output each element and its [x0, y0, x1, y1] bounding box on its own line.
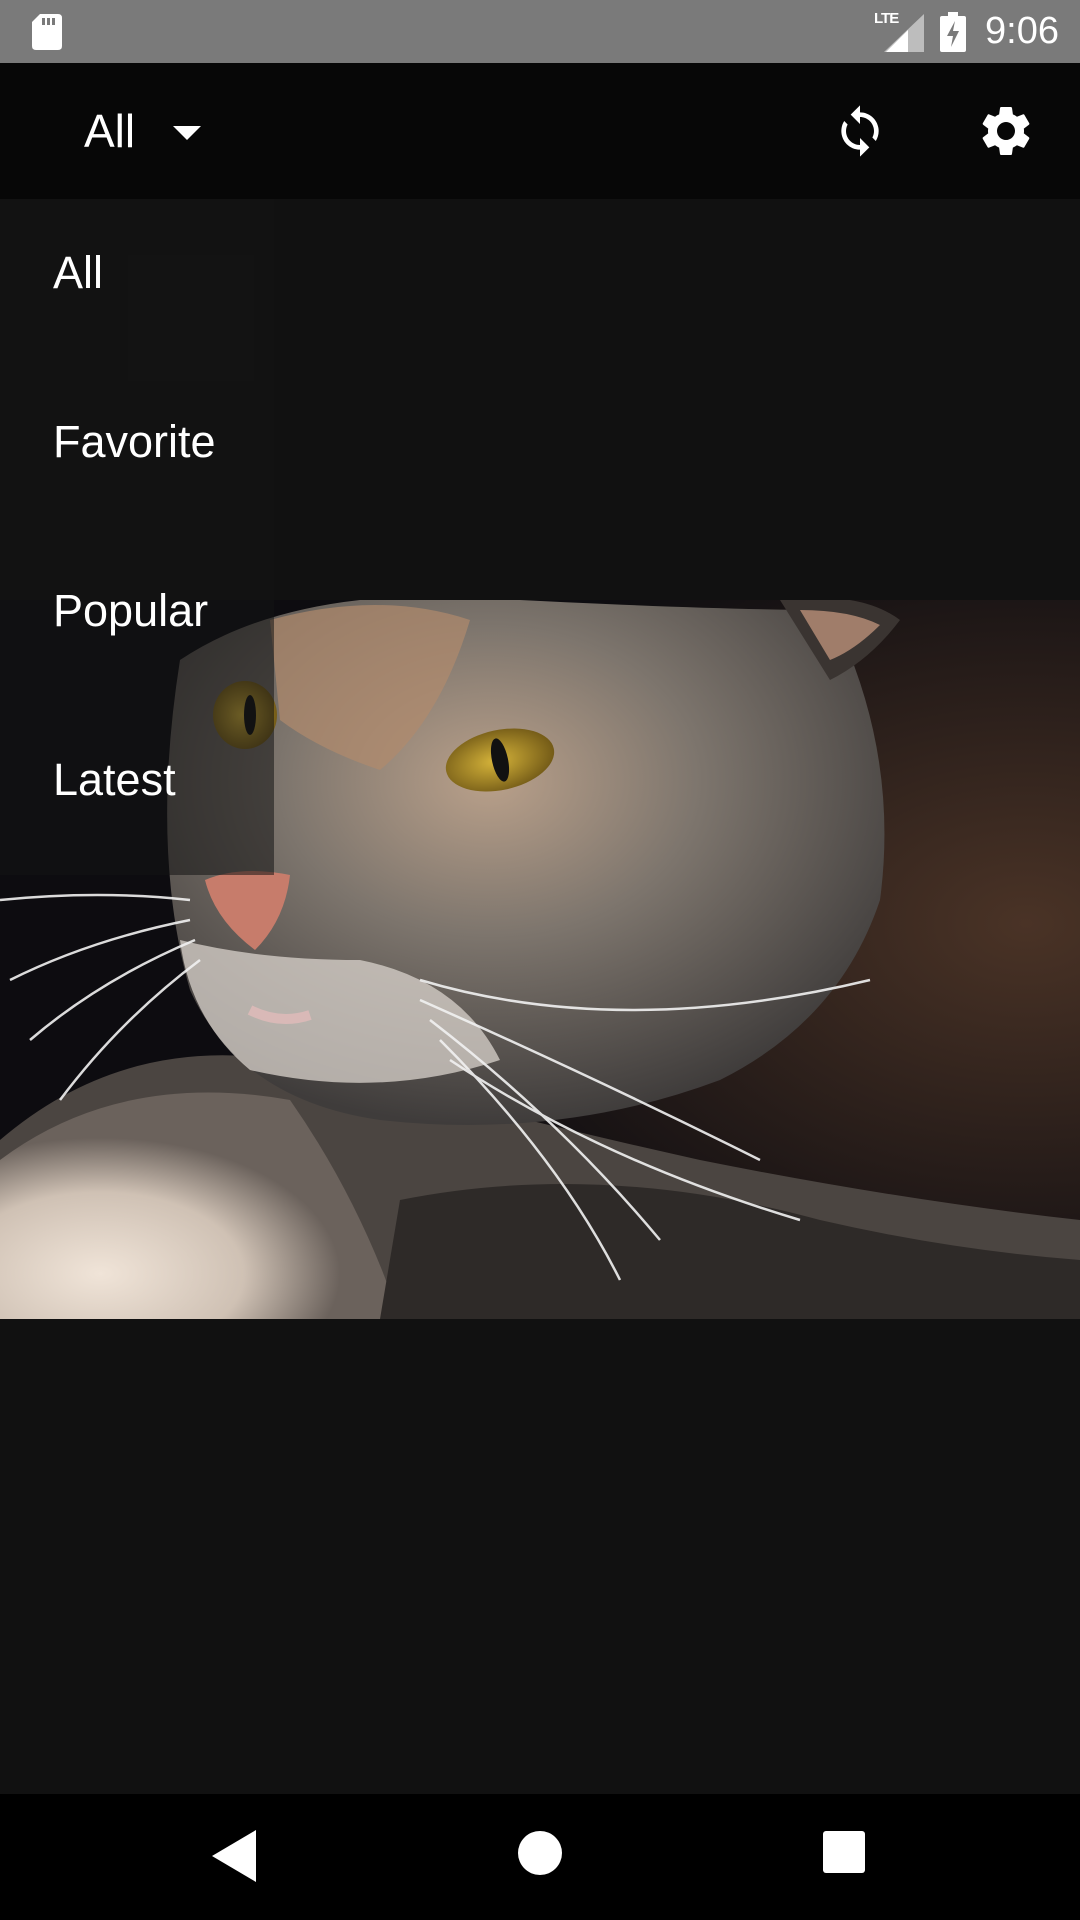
home-icon[interactable] [518, 1831, 562, 1875]
lte-signal-icon: LTE [874, 10, 924, 52]
status-bar: LTE 9:06 [0, 0, 1080, 63]
menu-item-favorite[interactable]: Favorite [0, 368, 274, 537]
sd-card-icon [32, 14, 62, 50]
filter-dropdown-menu: All Favorite Popular Latest [0, 199, 274, 875]
menu-item-label: Favorite [53, 416, 216, 467]
settings-button[interactable] [970, 95, 1042, 167]
menu-item-label: All [53, 247, 104, 298]
menu-item-popular[interactable]: Popular [0, 537, 274, 706]
toolbar: All [0, 63, 1080, 199]
menu-item-label: Popular [53, 585, 209, 636]
battery-charging-icon [940, 12, 966, 52]
status-time: 9:06 [985, 10, 1059, 52]
dropdown-arrow-icon [173, 126, 202, 140]
menu-item-label: Latest [53, 754, 176, 805]
navigation-bar [0, 1794, 1080, 1920]
refresh-icon [841, 105, 879, 157]
filter-spinner[interactable]: All [60, 63, 230, 199]
menu-item-all[interactable]: All [0, 199, 274, 368]
menu-item-latest[interactable]: Latest [0, 706, 274, 875]
screen: LTE 9:06 All All Favorite Popular Latest [0, 0, 1080, 1920]
back-icon[interactable] [212, 1830, 256, 1882]
recents-icon[interactable] [823, 1831, 865, 1873]
refresh-button[interactable] [824, 95, 896, 167]
settings-gear-icon [982, 106, 1030, 155]
filter-spinner-label: All [84, 105, 136, 157]
